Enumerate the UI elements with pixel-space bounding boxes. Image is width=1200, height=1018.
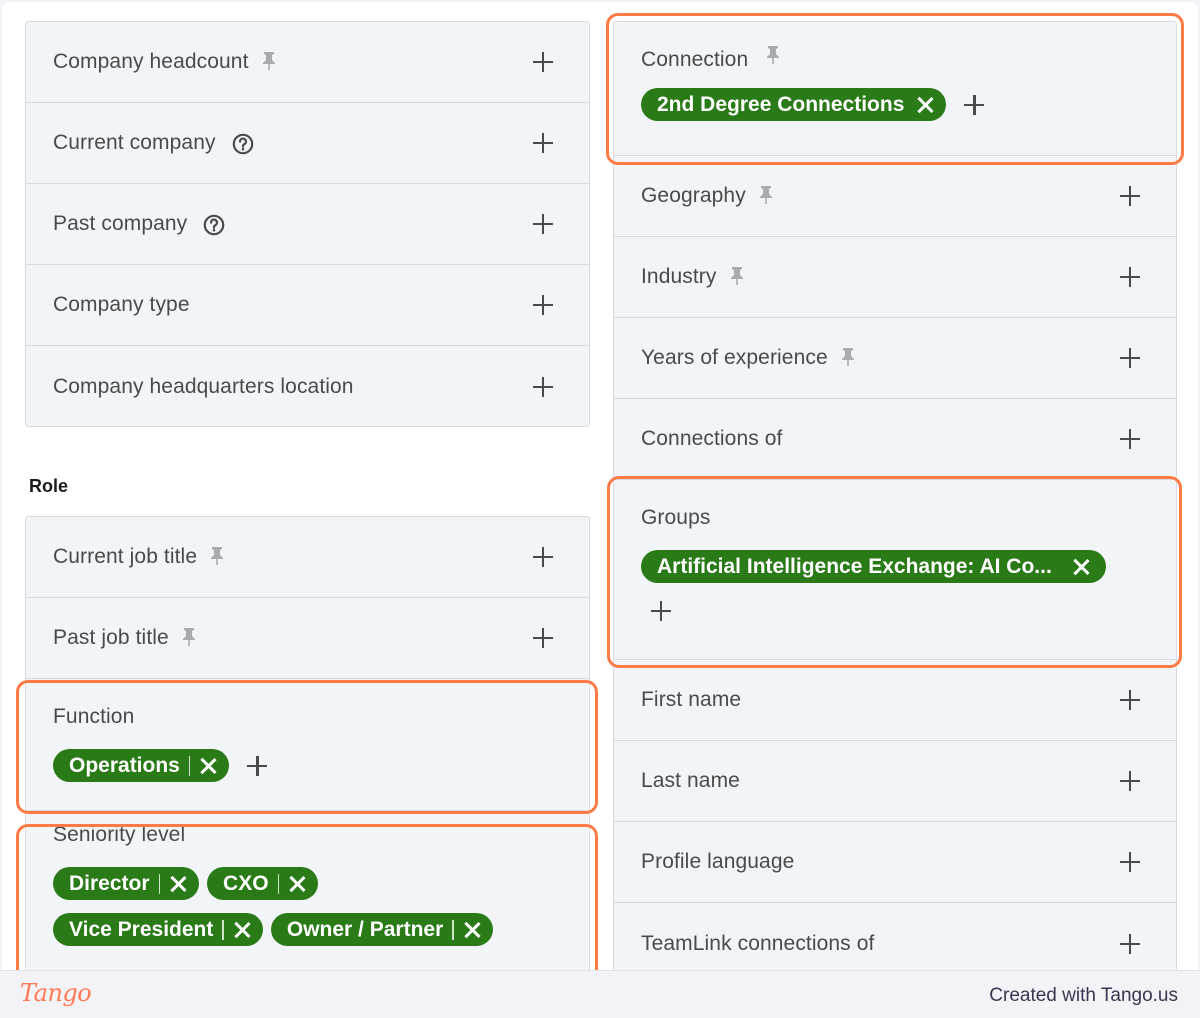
pill-label: Owner / Partner <box>286 917 444 941</box>
filter-function: Function Operations <box>26 679 589 811</box>
filter-label: Connection <box>641 48 749 71</box>
filter-row-first-name[interactable]: First name <box>614 660 1176 741</box>
filter-label: Company headquarters location <box>53 374 354 398</box>
filter-label: Current company <box>53 131 216 154</box>
filter-row-years-of-experience[interactable]: Years of experience <box>614 318 1176 399</box>
pill-separator <box>222 919 224 940</box>
help-icon[interactable] <box>203 214 225 236</box>
filter-label: Current job title <box>53 545 198 568</box>
filter-label: Connections of <box>641 427 783 450</box>
pin-icon[interactable] <box>181 627 197 647</box>
filter-label: Profile language <box>641 850 795 873</box>
pin-icon[interactable] <box>840 347 856 367</box>
filter-row-past-company[interactable]: Past company <box>26 184 589 265</box>
pin-icon[interactable] <box>758 185 774 205</box>
add-filter-button[interactable] <box>651 601 671 621</box>
filter-row-teamlink-connections-of[interactable]: TeamLink connections of <box>614 903 1176 970</box>
pin-icon[interactable] <box>729 266 745 286</box>
pill-label: CXO <box>223 871 269 895</box>
filter-row-geography[interactable]: Geography <box>614 156 1176 237</box>
pill-label: 2nd Degree Connections <box>657 92 905 116</box>
filter-label: Industry <box>641 265 717 288</box>
filter-label: First name <box>641 688 742 711</box>
company-filters-panel: Company headcount Current company Past c… <box>25 21 590 427</box>
add-filter-button[interactable] <box>1120 267 1140 287</box>
filter-label: Geography <box>641 184 746 207</box>
add-filter-button[interactable] <box>533 295 553 315</box>
filter-row-company-hq-location[interactable]: Company headquarters location <box>26 346 589 426</box>
filter-connection: Connection 2nd Degree Connections <box>614 22 1176 156</box>
right-filters-panel: Connection 2nd Degree Connections Geogra… <box>613 21 1177 970</box>
selected-filter-pill: Operations <box>53 749 230 782</box>
filter-label: Past job title <box>53 626 169 649</box>
filter-row-profile-language[interactable]: Profile language <box>614 822 1176 903</box>
filter-seniority-level: Seniority level Director CXO Vice Presid… <box>26 811 589 970</box>
filter-row-company-headcount[interactable]: Company headcount <box>26 22 589 103</box>
add-filter-button[interactable] <box>533 133 553 153</box>
add-filter-button[interactable] <box>1120 690 1140 710</box>
add-filter-button[interactable] <box>1120 348 1140 368</box>
filter-row-last-name[interactable]: Last name <box>614 741 1176 822</box>
remove-icon[interactable] <box>1072 558 1090 576</box>
help-icon[interactable] <box>232 133 254 155</box>
filter-label: Company type <box>53 293 190 316</box>
section-heading-role: Role <box>29 476 69 496</box>
tango-logo: Tango <box>20 979 92 1007</box>
filter-label: TeamLink connections of <box>641 931 875 955</box>
selected-filter-pill: Director <box>53 867 200 900</box>
filter-label: Years of experience <box>641 346 828 369</box>
add-filter-button[interactable] <box>247 755 268 776</box>
filter-label: Function <box>53 705 135 728</box>
role-filters-panel: Current job title Past job title Functio… <box>25 516 590 970</box>
filter-row-current-company[interactable]: Current company <box>26 103 589 184</box>
filter-row-current-job-title[interactable]: Current job title <box>26 517 589 598</box>
filter-label: Past company <box>53 212 188 235</box>
filter-row-industry[interactable]: Industry <box>614 237 1176 318</box>
filter-row-company-type[interactable]: Company type <box>26 265 589 346</box>
filter-label: Groups <box>641 506 711 529</box>
pill-separator <box>188 755 191 776</box>
selected-filter-pill: Vice President <box>53 913 263 946</box>
filter-label: Company headcount <box>53 50 249 73</box>
add-filter-button[interactable] <box>1120 852 1140 872</box>
filter-label: Seniority level <box>53 823 186 846</box>
filter-row-connections-of[interactable]: Connections of <box>614 399 1176 480</box>
remove-icon[interactable] <box>199 757 217 775</box>
add-filter-button[interactable] <box>1120 771 1140 791</box>
remove-icon[interactable] <box>463 921 481 939</box>
filter-row-past-job-title[interactable]: Past job title <box>26 598 589 679</box>
selected-filter-pill: Artificial Intelligence Exchange: AI Co.… <box>641 550 1106 583</box>
add-filter-button[interactable] <box>533 628 553 648</box>
filter-groups: Groups Artificial Intelligence Exchange:… <box>614 480 1176 660</box>
add-filter-button[interactable] <box>1120 429 1140 449</box>
add-filter-button[interactable] <box>1120 933 1140 954</box>
remove-icon[interactable] <box>233 921 251 939</box>
remove-icon[interactable] <box>916 96 934 114</box>
filter-label: Last name <box>641 769 740 792</box>
pill-label: Vice President <box>69 917 214 941</box>
pin-icon[interactable] <box>261 51 277 71</box>
remove-icon[interactable] <box>288 875 306 893</box>
add-filter-button[interactable] <box>533 547 553 567</box>
selected-filter-pill: CXO <box>207 867 319 900</box>
pill-label: Director <box>69 871 150 895</box>
filter-canvas: Company headcount Current company Past c… <box>2 2 1198 970</box>
pill-separator <box>158 873 161 894</box>
add-filter-button[interactable] <box>533 214 553 234</box>
selected-filter-pill: Owner / Partner <box>270 913 493 946</box>
add-filter-button[interactable] <box>533 376 553 397</box>
footer-credit: Created with Tango.us <box>989 985 1178 1006</box>
pin-icon[interactable] <box>765 45 781 65</box>
pill-label: Artificial Intelligence Exchange: AI Co.… <box>657 554 1052 578</box>
tango-footer: Tango Created with Tango.us <box>0 970 1200 1018</box>
pill-separator <box>277 873 280 894</box>
add-filter-button[interactable] <box>1120 186 1140 206</box>
pill-label: Operations <box>69 753 180 777</box>
add-filter-button[interactable] <box>964 94 985 115</box>
pin-icon[interactable] <box>209 546 225 566</box>
add-filter-button[interactable] <box>533 52 553 72</box>
remove-icon[interactable] <box>169 875 187 893</box>
selected-filter-pill: 2nd Degree Connections <box>641 88 947 121</box>
pill-separator <box>452 919 454 940</box>
